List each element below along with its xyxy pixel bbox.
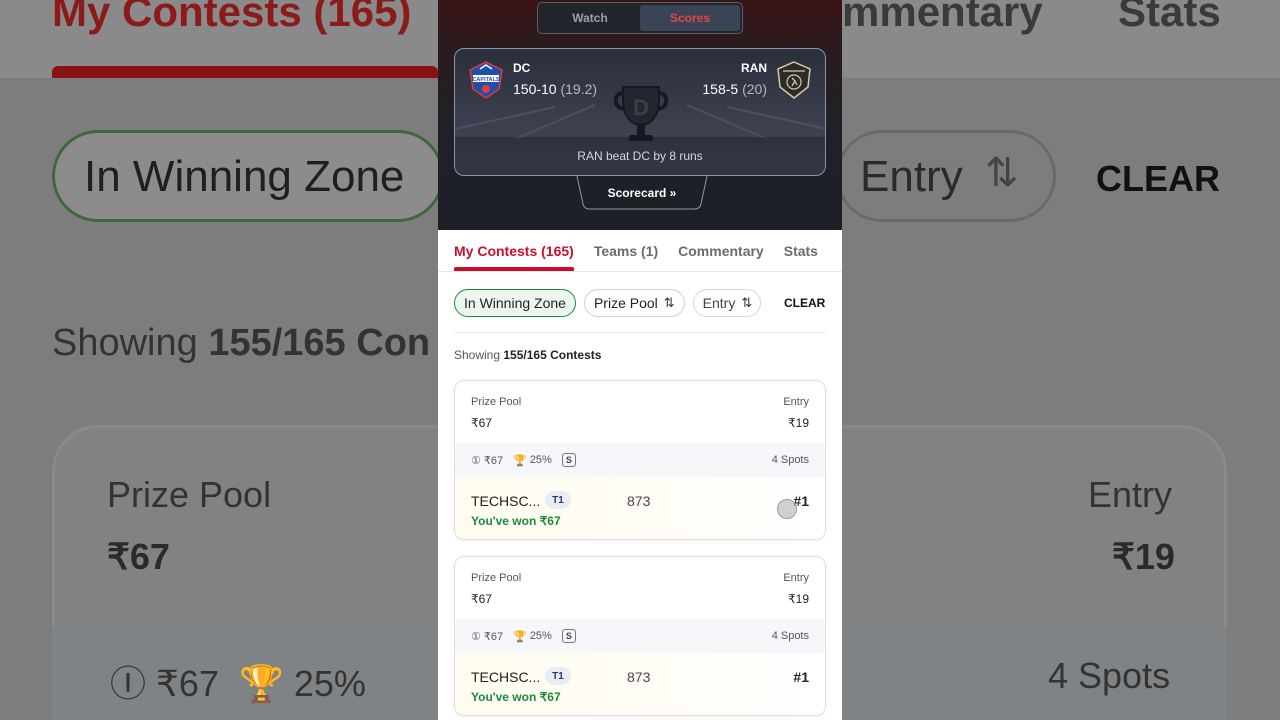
match-result-bar: RAN beat DC by 8 runs [455, 137, 825, 175]
clear-filters-button[interactable]: CLEAR [784, 296, 825, 310]
first-prize-value: ₹67 [483, 454, 504, 467]
filter-entry[interactable]: Entry ⇅ [692, 289, 761, 317]
spots-count: 4 Spots [771, 630, 809, 642]
contest-team-row: TECHSC... T1 873 #1 You've won ₹67 [455, 653, 825, 715]
team-tag: T1 [545, 667, 571, 685]
svg-text:D: D [633, 95, 649, 120]
contest-meta: ① ₹67 🏆 25% S 4 Spots [455, 443, 825, 477]
contest-meta: ① ₹67 🏆 25% S 4 Spots [455, 619, 825, 653]
single-entry-icon: S [561, 629, 576, 643]
watch-tab[interactable]: Watch [540, 5, 640, 31]
prize-pool-value: ₹67 [471, 416, 492, 430]
contest-card[interactable]: Prize Pool ₹67 Entry ₹19 ① ₹67 🏆 25% S 4 S… [454, 556, 826, 716]
team-dc: CAPITALS DC 150-10 (19.2) [469, 61, 597, 99]
team1-score: 150-10 (19.2) [513, 81, 598, 97]
bg-winning-chip-label: In Winning Zone [84, 152, 405, 201]
bg-showing: Showing 155/165 Con [52, 322, 431, 364]
team-rank: #1 [793, 669, 809, 685]
dc-logo-icon: CAPITALS [469, 61, 503, 99]
bg-title: My Contests (165) [52, 0, 412, 35]
bg-entry-value: ₹19 [1112, 536, 1175, 577]
winners-percent: 25% [529, 454, 552, 466]
watch-scores-toggle: Watch Scores [537, 2, 743, 34]
contest-card-top: Prize Pool ₹67 Entry ₹19 [455, 381, 825, 443]
bg-clear: CLEAR [1096, 158, 1220, 199]
filter-prize-pool[interactable]: Prize Pool ⇅ [583, 289, 685, 317]
bg-sort-icon: ⇅ [985, 151, 1019, 195]
contest-tabs: My Contests (165) Teams (1) Commentary S… [438, 230, 842, 272]
team2-code: RAN [741, 61, 767, 75]
single-entry-icon: S [561, 453, 576, 467]
team-points: 873 [627, 669, 651, 685]
first-prize-icon: ① [471, 454, 481, 467]
bg-prize-label: Prize Pool [107, 474, 272, 515]
entry-label: Entry [783, 396, 809, 408]
trophy-icon: 🏆 [513, 630, 527, 643]
winners-percent: 25% [529, 630, 552, 642]
entry-label: Entry [783, 572, 809, 584]
entry-value: ₹19 [788, 416, 809, 430]
svg-text:CAPITALS: CAPITALS [472, 77, 499, 83]
winnings-text: You've won ₹67 [471, 690, 561, 704]
team-ran: RAN 158-5 (20) [702, 61, 811, 99]
chevron-down-double-icon: » [669, 186, 677, 200]
team-tag: T1 [545, 491, 571, 509]
first-prize-icon: ① [471, 630, 481, 643]
tab-teams[interactable]: Teams (1) [594, 230, 658, 271]
divider [454, 332, 826, 333]
bg-spots: 4 Spots [1048, 655, 1171, 696]
entry-value: ₹19 [788, 592, 809, 606]
bg-entry-label-2: Entry [1088, 474, 1173, 515]
prize-pool-label: Prize Pool [471, 572, 522, 584]
tab-my-contests[interactable]: My Contests (165) [454, 230, 574, 271]
match-result: RAN beat DC by 8 runs [577, 149, 703, 163]
filter-winning-zone[interactable]: In Winning Zone [454, 289, 576, 317]
trophy-icon: 🏆 [513, 454, 527, 467]
winnings-text: You've won ₹67 [471, 514, 561, 528]
score-card: D CAPITALS DC 150-10 (19.2) RAN 158-5 (2… [454, 48, 826, 176]
showing-count: Showing 155/165 Contests [454, 348, 602, 362]
bg-prize-value: ₹67 [107, 536, 170, 577]
tab-commentary[interactable]: Commentary [678, 230, 764, 271]
phone-screen: Watch Scores D CAPITALS DC 150-10 (19.2)… [438, 0, 842, 720]
team-name: TECHSC... [471, 493, 541, 509]
tab-stats[interactable]: Stats [784, 230, 818, 271]
team1-code: DC [513, 61, 531, 75]
contest-card-top: Prize Pool ₹67 Entry ₹19 [455, 557, 825, 619]
contest-card[interactable]: Prize Pool ₹67 Entry ₹19 ① ₹67 🏆 25% S 4 S… [454, 380, 826, 540]
bg-meta-row: Ⓘ ₹67 🏆 25% [110, 663, 366, 704]
bg-entry-label: Entry [860, 152, 963, 201]
sort-icon: ⇅ [741, 295, 753, 310]
ran-logo-icon [777, 61, 811, 99]
sort-icon: ⇅ [663, 295, 675, 310]
prize-pool-label: Prize Pool [471, 396, 522, 408]
bg-stats: Stats [1118, 0, 1221, 35]
team-points: 873 [627, 493, 651, 509]
match-header: Watch Scores D CAPITALS DC 150-10 (19.2)… [438, 0, 842, 230]
bg-active-underline [52, 66, 438, 78]
prize-pool-value: ₹67 [471, 592, 492, 606]
first-prize-value: ₹67 [483, 630, 504, 643]
team-name: TECHSC... [471, 669, 541, 685]
scores-tab[interactable]: Scores [640, 5, 740, 31]
spots-count: 4 Spots [771, 454, 809, 466]
scorecard-button[interactable]: Scorecard » [576, 186, 708, 200]
team2-score: 158-5 (20) [702, 81, 767, 97]
touch-indicator [777, 499, 797, 519]
contest-team-row: TECHSC... T1 873 #1 You've won ₹67 [455, 477, 825, 539]
bg-commentary: mmentary [842, 0, 1043, 35]
